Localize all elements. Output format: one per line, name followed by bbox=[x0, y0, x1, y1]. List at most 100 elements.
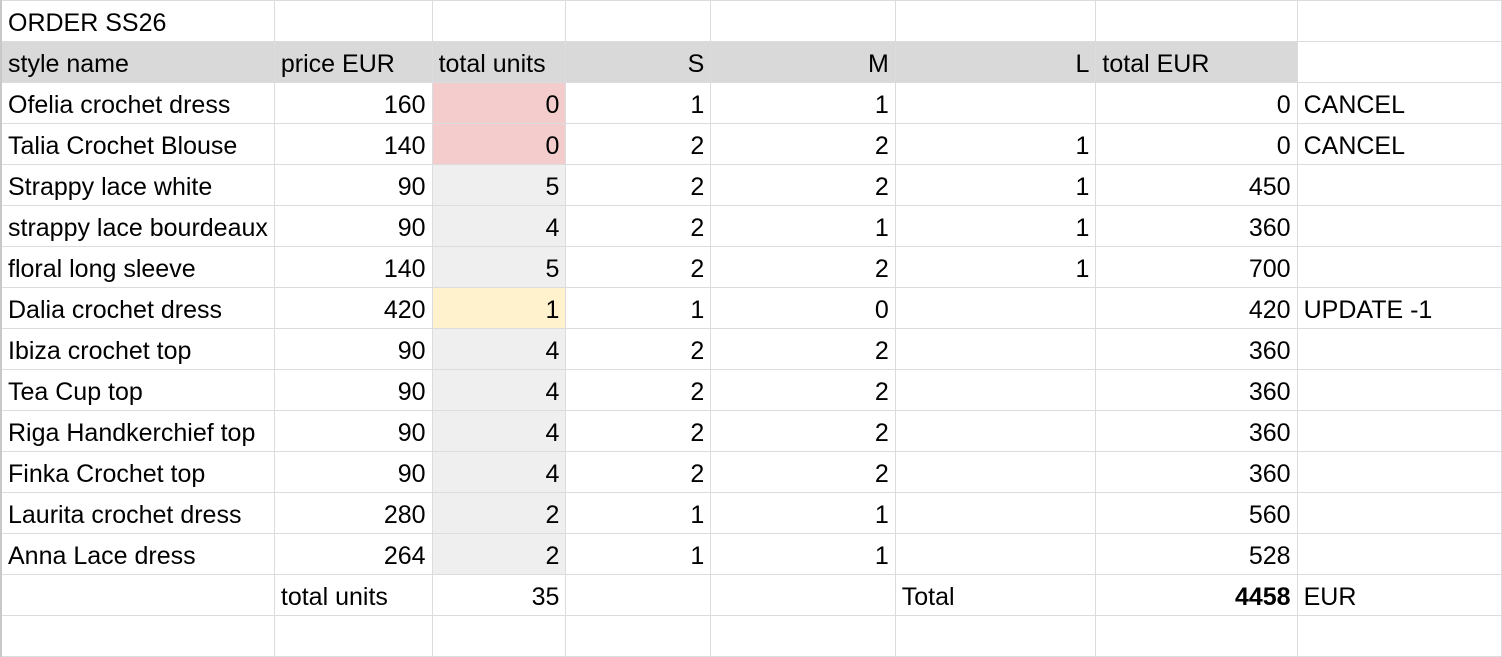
cell-total-eur[interactable]: 360 bbox=[1095, 328, 1298, 370]
cell-size-m[interactable]: 1 bbox=[710, 82, 896, 124]
cell-total-eur[interactable]: 360 bbox=[1095, 451, 1298, 493]
cell-style-name[interactable]: Strappy lace white bbox=[0, 164, 275, 206]
cell-total-units[interactable]: 1 bbox=[431, 287, 567, 329]
title-cell[interactable]: ORDER SS26 bbox=[0, 0, 275, 42]
cell-style-name[interactable]: Tea Cup top bbox=[0, 369, 275, 411]
cell-price[interactable]: 160 bbox=[273, 82, 433, 124]
cell-note[interactable]: CANCEL bbox=[1296, 123, 1502, 165]
cell-size-m[interactable]: 2 bbox=[710, 246, 896, 288]
cell-price[interactable]: 280 bbox=[273, 492, 433, 534]
cell-total-units[interactable]: 5 bbox=[431, 164, 567, 206]
empty-cell[interactable] bbox=[1296, 615, 1502, 657]
cell-style-name[interactable]: Talia Crochet Blouse bbox=[0, 123, 275, 165]
cell-size-s[interactable]: 1 bbox=[565, 287, 712, 329]
cell-size-s[interactable]: 2 bbox=[565, 369, 712, 411]
cell-note[interactable]: UPDATE -1 bbox=[1296, 287, 1502, 329]
cell-size-m[interactable]: 2 bbox=[710, 369, 896, 411]
cell-total-eur[interactable]: 450 bbox=[1095, 164, 1298, 206]
cell-total-units[interactable]: 0 bbox=[431, 123, 567, 165]
footer-total-value[interactable]: 4458 bbox=[1095, 574, 1298, 616]
cell-size-s[interactable]: 1 bbox=[565, 82, 712, 124]
cell-price[interactable]: 420 bbox=[273, 287, 433, 329]
empty-cell[interactable] bbox=[565, 0, 712, 42]
cell-total-eur[interactable]: 360 bbox=[1095, 205, 1298, 247]
cell-size-m[interactable]: 2 bbox=[710, 410, 896, 452]
cell-style-name[interactable]: floral long sleeve bbox=[0, 246, 275, 288]
cell-note[interactable] bbox=[1296, 492, 1502, 534]
empty-cell[interactable] bbox=[1095, 0, 1298, 42]
cell-size-s[interactable]: 2 bbox=[565, 451, 712, 493]
cell-size-s[interactable]: 2 bbox=[565, 205, 712, 247]
cell-note[interactable] bbox=[1296, 369, 1502, 411]
cell-size-l[interactable]: 1 bbox=[894, 205, 1097, 247]
cell-price[interactable]: 90 bbox=[273, 328, 433, 370]
cell-size-l[interactable]: 1 bbox=[894, 164, 1097, 206]
empty-cell[interactable] bbox=[894, 0, 1097, 42]
cell-note[interactable] bbox=[1296, 205, 1502, 247]
cell-size-s[interactable]: 2 bbox=[565, 410, 712, 452]
cell-note[interactable]: CANCEL bbox=[1296, 82, 1502, 124]
header-style-name[interactable]: style name bbox=[0, 41, 275, 83]
cell-size-m[interactable]: 2 bbox=[710, 164, 896, 206]
cell-size-s[interactable]: 1 bbox=[565, 533, 712, 575]
cell-size-s[interactable]: 2 bbox=[565, 123, 712, 165]
header-total-eur[interactable]: total EUR bbox=[1095, 41, 1298, 83]
cell-style-name[interactable]: Finka Crochet top bbox=[0, 451, 275, 493]
cell-price[interactable]: 140 bbox=[273, 123, 433, 165]
empty-cell[interactable] bbox=[0, 615, 275, 657]
cell-total-units[interactable]: 4 bbox=[431, 410, 567, 452]
footer-units-value[interactable]: 35 bbox=[431, 574, 567, 616]
cell-size-l[interactable] bbox=[894, 492, 1097, 534]
header-price[interactable]: price EUR bbox=[273, 41, 433, 83]
cell-size-m[interactable]: 2 bbox=[710, 328, 896, 370]
empty-cell[interactable] bbox=[565, 574, 712, 616]
empty-cell[interactable] bbox=[0, 574, 275, 616]
empty-cell[interactable] bbox=[273, 615, 433, 657]
cell-size-l[interactable] bbox=[894, 533, 1097, 575]
empty-cell[interactable] bbox=[1296, 0, 1502, 42]
cell-price[interactable]: 90 bbox=[273, 410, 433, 452]
cell-total-units[interactable]: 4 bbox=[431, 205, 567, 247]
cell-total-eur[interactable]: 0 bbox=[1095, 123, 1298, 165]
header-size-m[interactable]: M bbox=[710, 41, 896, 83]
cell-total-eur[interactable]: 360 bbox=[1095, 369, 1298, 411]
cell-total-eur[interactable]: 420 bbox=[1095, 287, 1298, 329]
empty-cell[interactable] bbox=[431, 615, 567, 657]
cell-size-l[interactable] bbox=[894, 328, 1097, 370]
cell-style-name[interactable]: Riga Handkerchief top bbox=[0, 410, 275, 452]
cell-size-l[interactable] bbox=[894, 369, 1097, 411]
cell-total-eur[interactable]: 0 bbox=[1095, 82, 1298, 124]
empty-cell[interactable] bbox=[431, 0, 567, 42]
cell-note[interactable] bbox=[1296, 246, 1502, 288]
header-size-s[interactable]: S bbox=[565, 41, 712, 83]
cell-price[interactable]: 140 bbox=[273, 246, 433, 288]
header-total-units[interactable]: total units bbox=[431, 41, 567, 83]
cell-total-eur[interactable]: 528 bbox=[1095, 533, 1298, 575]
cell-total-units[interactable]: 5 bbox=[431, 246, 567, 288]
cell-size-s[interactable]: 2 bbox=[565, 246, 712, 288]
cell-style-name[interactable]: strappy lace bourdeaux bbox=[0, 205, 275, 247]
cell-style-name[interactable]: Ibiza crochet top bbox=[0, 328, 275, 370]
cell-total-eur[interactable]: 560 bbox=[1095, 492, 1298, 534]
cell-total-units[interactable]: 4 bbox=[431, 369, 567, 411]
cell-size-l[interactable] bbox=[894, 410, 1097, 452]
cell-size-m[interactable]: 1 bbox=[710, 205, 896, 247]
cell-total-units[interactable]: 4 bbox=[431, 451, 567, 493]
empty-cell[interactable] bbox=[273, 0, 433, 42]
cell-style-name[interactable]: Ofelia crochet dress bbox=[0, 82, 275, 124]
cell-size-l[interactable] bbox=[894, 287, 1097, 329]
cell-note[interactable] bbox=[1296, 451, 1502, 493]
cell-size-m[interactable]: 2 bbox=[710, 123, 896, 165]
cell-total-units[interactable]: 2 bbox=[431, 492, 567, 534]
header-size-l[interactable]: L bbox=[894, 41, 1097, 83]
cell-total-units[interactable]: 0 bbox=[431, 82, 567, 124]
cell-total-eur[interactable]: 360 bbox=[1095, 410, 1298, 452]
footer-currency[interactable]: EUR bbox=[1296, 574, 1502, 616]
cell-size-l[interactable]: 1 bbox=[894, 123, 1097, 165]
empty-cell[interactable] bbox=[1296, 41, 1502, 83]
empty-cell[interactable] bbox=[710, 574, 896, 616]
empty-cell[interactable] bbox=[710, 0, 896, 42]
cell-note[interactable] bbox=[1296, 410, 1502, 452]
cell-size-s[interactable]: 2 bbox=[565, 164, 712, 206]
cell-style-name[interactable]: Anna Lace dress bbox=[0, 533, 275, 575]
